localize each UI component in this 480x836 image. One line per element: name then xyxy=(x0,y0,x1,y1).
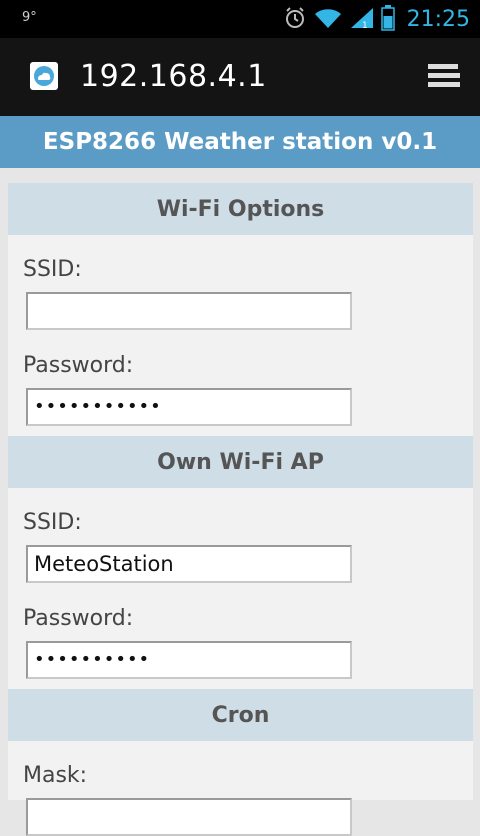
weather-app-icon[interactable] xyxy=(30,62,58,90)
wifi-password-label: Password: xyxy=(23,353,134,378)
section-header-wifi-options: Wi-Fi Options xyxy=(8,183,473,235)
signal-icon: 1 xyxy=(349,6,375,34)
cron-mask-input[interactable] xyxy=(26,798,352,836)
ap-ssid-label: SSID: xyxy=(23,510,82,535)
menu-icon[interactable] xyxy=(426,62,462,90)
settings-form: Wi-Fi Options SSID: Password: ••••••••••… xyxy=(8,183,473,836)
status-bar: 9° 1 21:25 xyxy=(0,0,480,38)
wifi-ssid-label: SSID: xyxy=(23,257,82,282)
ap-ssid-input[interactable]: MeteoStation xyxy=(26,545,352,583)
battery-icon xyxy=(380,5,395,35)
section-header-cron: Cron xyxy=(8,689,473,741)
svg-text:1: 1 xyxy=(362,21,368,30)
status-icons: 1 21:25 xyxy=(283,5,470,35)
cron-mask-label: Mask: xyxy=(23,763,88,788)
clock: 21:25 xyxy=(406,7,470,32)
wifi-password-input[interactable]: ••••••••••• xyxy=(26,388,352,426)
wifi-icon xyxy=(313,6,343,34)
section-header-own-ap: Own Wi-Fi AP xyxy=(8,436,473,488)
browser-toolbar: 192.168.4.1 xyxy=(0,38,480,116)
page-title: ESP8266 Weather station v0.1 xyxy=(0,116,480,168)
url-bar[interactable]: 192.168.4.1 xyxy=(80,58,267,96)
temperature-indicator: 9° xyxy=(22,10,37,25)
alarm-icon xyxy=(283,6,307,34)
ap-password-label: Password: xyxy=(23,606,134,631)
wifi-ssid-input[interactable] xyxy=(26,292,352,330)
ap-password-input[interactable]: •••••••••• xyxy=(26,641,352,679)
